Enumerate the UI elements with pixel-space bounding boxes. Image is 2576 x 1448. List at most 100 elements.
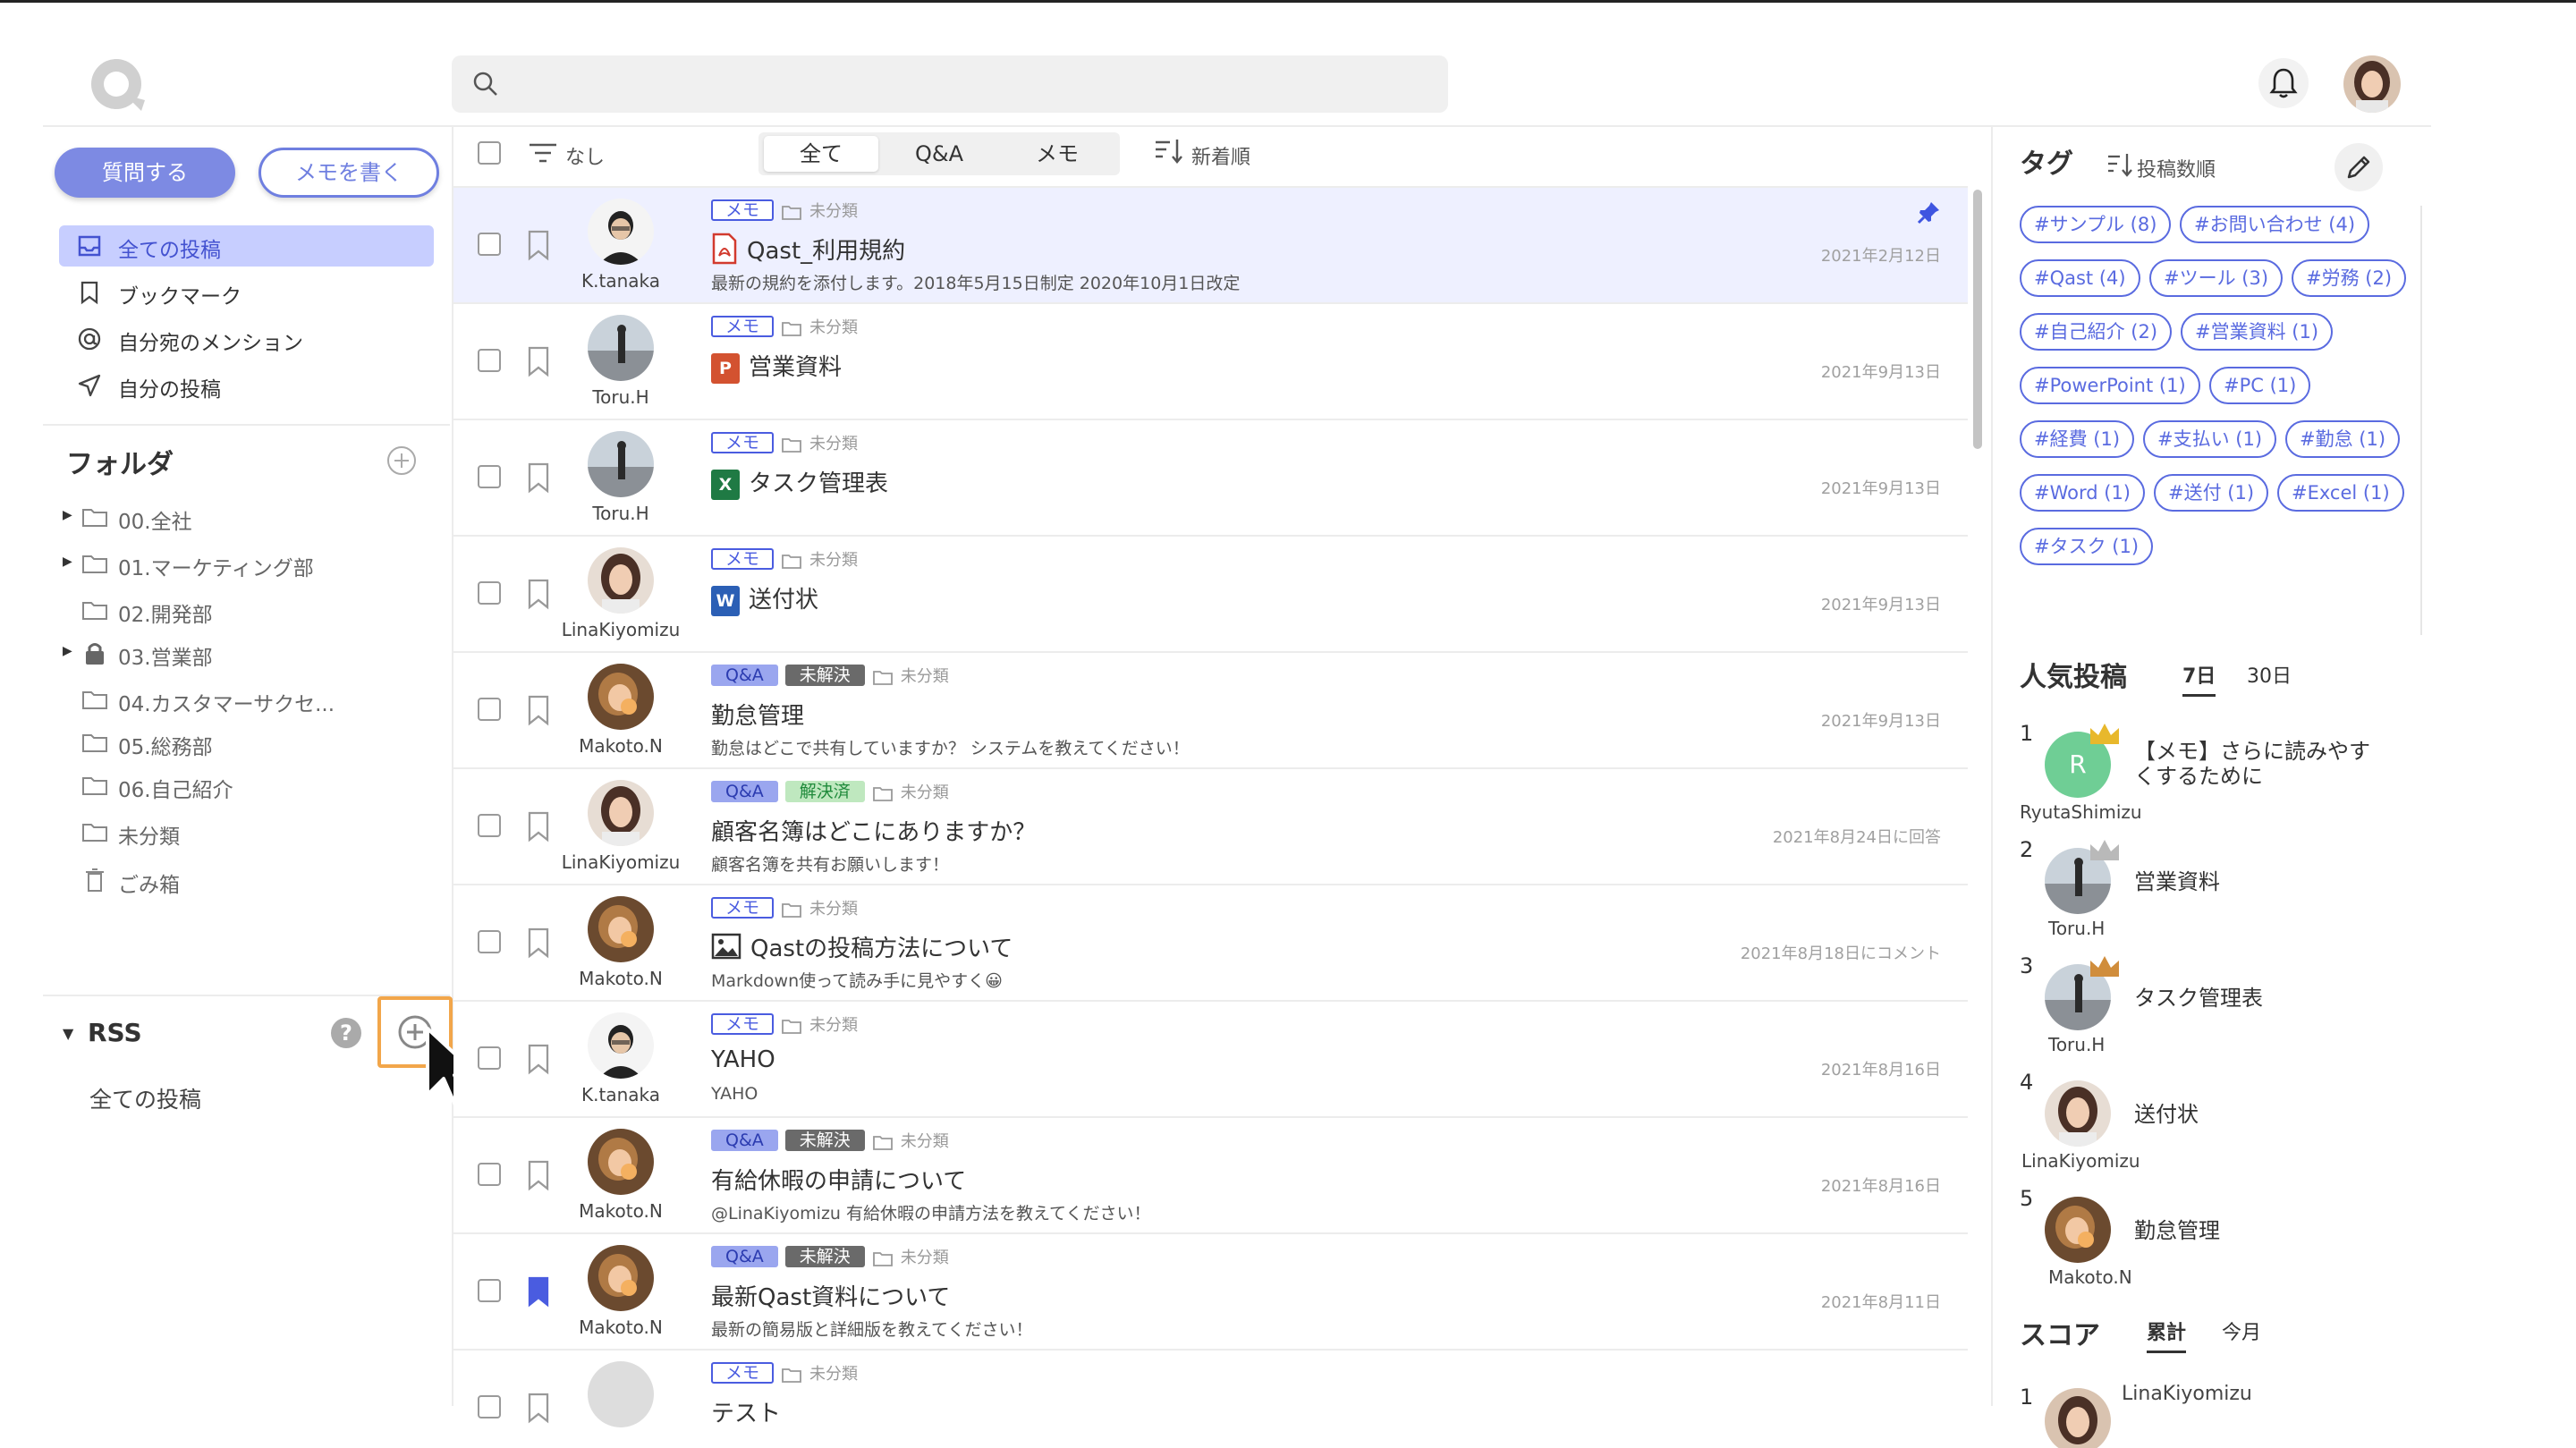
post-row[interactable]: Toru.H メモ 未分類 P 営業資料 2021年9月13日: [453, 304, 1968, 420]
tag-chip[interactable]: #営業資料 (1): [2181, 313, 2334, 351]
popular-tab-7days[interactable]: 7日: [2182, 660, 2216, 697]
tag-chip[interactable]: #支払い (1): [2143, 420, 2277, 458]
segment-qa[interactable]: Q&A: [882, 136, 996, 172]
tag-chip[interactable]: #PC (1): [2209, 367, 2311, 404]
popular-author-name[interactable]: LinaKiyomizu: [2021, 1150, 2140, 1172]
add-folder-icon[interactable]: [386, 445, 417, 476]
search-input[interactable]: [514, 55, 1427, 113]
author-avatar[interactable]: [588, 547, 654, 614]
bookmark-icon[interactable]: [525, 1275, 552, 1308]
post-folder[interactable]: 未分類: [872, 1129, 949, 1152]
post-row[interactable]: メモ 未分類 テスト: [453, 1351, 1968, 1448]
score-avatar[interactable]: [2045, 1388, 2111, 1448]
post-checkbox[interactable]: [478, 930, 501, 953]
segment-memo[interactable]: メモ: [1000, 136, 1114, 172]
author-avatar[interactable]: [588, 664, 654, 730]
author-avatar[interactable]: [588, 1012, 654, 1079]
post-checkbox[interactable]: [478, 233, 501, 256]
post-title[interactable]: P 営業資料: [711, 349, 842, 384]
author-name[interactable]: Toru.H: [552, 386, 690, 408]
popular-tab-30days[interactable]: 30日: [2247, 660, 2292, 689]
bookmark-icon[interactable]: [525, 578, 552, 610]
post-checkbox[interactable]: [478, 581, 501, 605]
tag-chip[interactable]: #経費 (1): [2020, 420, 2135, 458]
popular-author-name[interactable]: Toru.H: [2048, 1034, 2105, 1055]
bookmark-icon[interactable]: [525, 694, 552, 726]
post-folder[interactable]: 未分類: [781, 315, 858, 338]
bookmark-icon[interactable]: [525, 229, 552, 261]
post-checkbox[interactable]: [478, 465, 501, 488]
user-avatar[interactable]: [2343, 55, 2401, 113]
collapse-triangle-icon[interactable]: ▼: [63, 1025, 73, 1042]
author-avatar[interactable]: [588, 315, 654, 381]
popular-post-title[interactable]: 送付状: [2134, 1102, 2385, 1127]
bookmark-icon[interactable]: [525, 810, 552, 843]
author-name[interactable]: LinaKiyomizu: [552, 851, 690, 873]
post-row[interactable]: Makoto.N Q&A 未解決 未分類 勤怠管理 勤怠はどこで共有していますか？ …: [453, 653, 1968, 769]
popular-author-name[interactable]: RyutaShimizu: [2020, 801, 2142, 823]
post-folder[interactable]: 未分類: [781, 1012, 858, 1036]
tag-chip[interactable]: #タスク (1): [2020, 528, 2154, 565]
post-checkbox[interactable]: [478, 1395, 501, 1418]
post-checkbox[interactable]: [478, 814, 501, 837]
popular-post-title[interactable]: 営業資料: [2134, 869, 2385, 894]
nav-mentions[interactable]: 自分宛のメンション: [59, 318, 434, 360]
tag-chip[interactable]: #Qast (4): [2020, 259, 2140, 297]
bookmark-icon[interactable]: [525, 1392, 552, 1424]
tag-chip[interactable]: #Excel (1): [2277, 474, 2404, 512]
rss-all-posts[interactable]: 全ての投稿: [89, 1082, 201, 1114]
author-avatar[interactable]: [588, 780, 654, 846]
author-avatar[interactable]: [588, 1361, 654, 1427]
popular-post-title[interactable]: 勤怠管理: [2134, 1218, 2385, 1243]
post-folder[interactable]: 未分類: [872, 664, 949, 687]
tag-chip[interactable]: #サンプル (8): [2020, 206, 2172, 243]
post-title[interactable]: W 送付状: [711, 581, 818, 616]
author-avatar[interactable]: [588, 896, 654, 962]
post-list-scrollbar[interactable]: [1973, 190, 1982, 449]
post-title[interactable]: 顧客名簿はどこにありますか？: [711, 814, 1036, 847]
nav-my-posts[interactable]: 自分の投稿: [59, 365, 434, 406]
post-title[interactable]: YAHO: [711, 1046, 775, 1073]
score-user-name[interactable]: LinaKiyomizu: [2122, 1383, 2252, 1405]
nav-all-posts[interactable]: 全ての投稿: [59, 225, 434, 267]
author-name[interactable]: Makoto.N: [552, 1200, 690, 1222]
post-folder[interactable]: 未分類: [781, 1361, 858, 1384]
segment-all[interactable]: 全て: [764, 136, 878, 172]
post-checkbox[interactable]: [478, 1163, 501, 1186]
post-title[interactable]: 最新Qast資料について: [711, 1279, 950, 1312]
expand-triangle-icon[interactable]: ▶: [63, 555, 72, 569]
post-checkbox[interactable]: [478, 1046, 501, 1070]
help-icon[interactable]: ?: [331, 1018, 361, 1048]
post-checkbox[interactable]: [478, 1279, 501, 1302]
tag-chip[interactable]: #Word (1): [2020, 474, 2145, 512]
notification-button[interactable]: [2258, 58, 2309, 108]
post-folder[interactable]: 未分類: [872, 780, 949, 803]
tag-chip[interactable]: #ツール (3): [2149, 259, 2284, 297]
popular-post-title[interactable]: タスク管理表: [2134, 986, 2385, 1011]
author-avatar[interactable]: [588, 199, 654, 265]
post-title[interactable]: Qast_利用規約: [711, 233, 905, 271]
popular-avatar[interactable]: [2045, 1197, 2111, 1263]
bookmark-icon[interactable]: [525, 345, 552, 377]
post-title[interactable]: X タスク管理表: [711, 465, 888, 500]
post-folder[interactable]: 未分類: [781, 896, 858, 919]
author-avatar[interactable]: [588, 1245, 654, 1311]
bookmark-icon[interactable]: [525, 1159, 552, 1191]
nav-bookmarks[interactable]: ブックマーク: [59, 272, 434, 313]
post-row[interactable]: LinaKiyomizu Q&A 解決済 未分類 顧客名簿はどこにありますか？ 顧客…: [453, 769, 1968, 885]
bookmark-icon[interactable]: [525, 1043, 552, 1075]
expand-triangle-icon[interactable]: ▶: [63, 508, 72, 522]
tag-chip[interactable]: #労務 (2): [2292, 259, 2407, 297]
edit-tags-button[interactable]: [2334, 143, 2383, 191]
post-row[interactable]: Makoto.N Q&A 未解決 未分類 最新Qast資料について 最新の簡易版と詳…: [453, 1234, 1968, 1351]
ask-question-button[interactable]: 質問する: [55, 148, 235, 198]
post-row[interactable]: Makoto.N Q&A 未解決 未分類 有給休暇の申請について @LinaKiyo…: [453, 1118, 1968, 1234]
tag-chip[interactable]: #自己紹介 (2): [2020, 313, 2173, 351]
post-title[interactable]: テスト: [711, 1395, 781, 1428]
popular-author-name[interactable]: Toru.H: [2048, 918, 2105, 939]
post-title[interactable]: 有給休暇の申請について: [711, 1163, 966, 1196]
post-row[interactable]: Makoto.N メモ 未分類 Qastの投稿方法について Markdown使って…: [453, 885, 1968, 1002]
post-folder[interactable]: 未分類: [781, 199, 858, 222]
author-name[interactable]: Makoto.N: [552, 735, 690, 757]
tag-chip[interactable]: #勤怠 (1): [2285, 420, 2401, 458]
